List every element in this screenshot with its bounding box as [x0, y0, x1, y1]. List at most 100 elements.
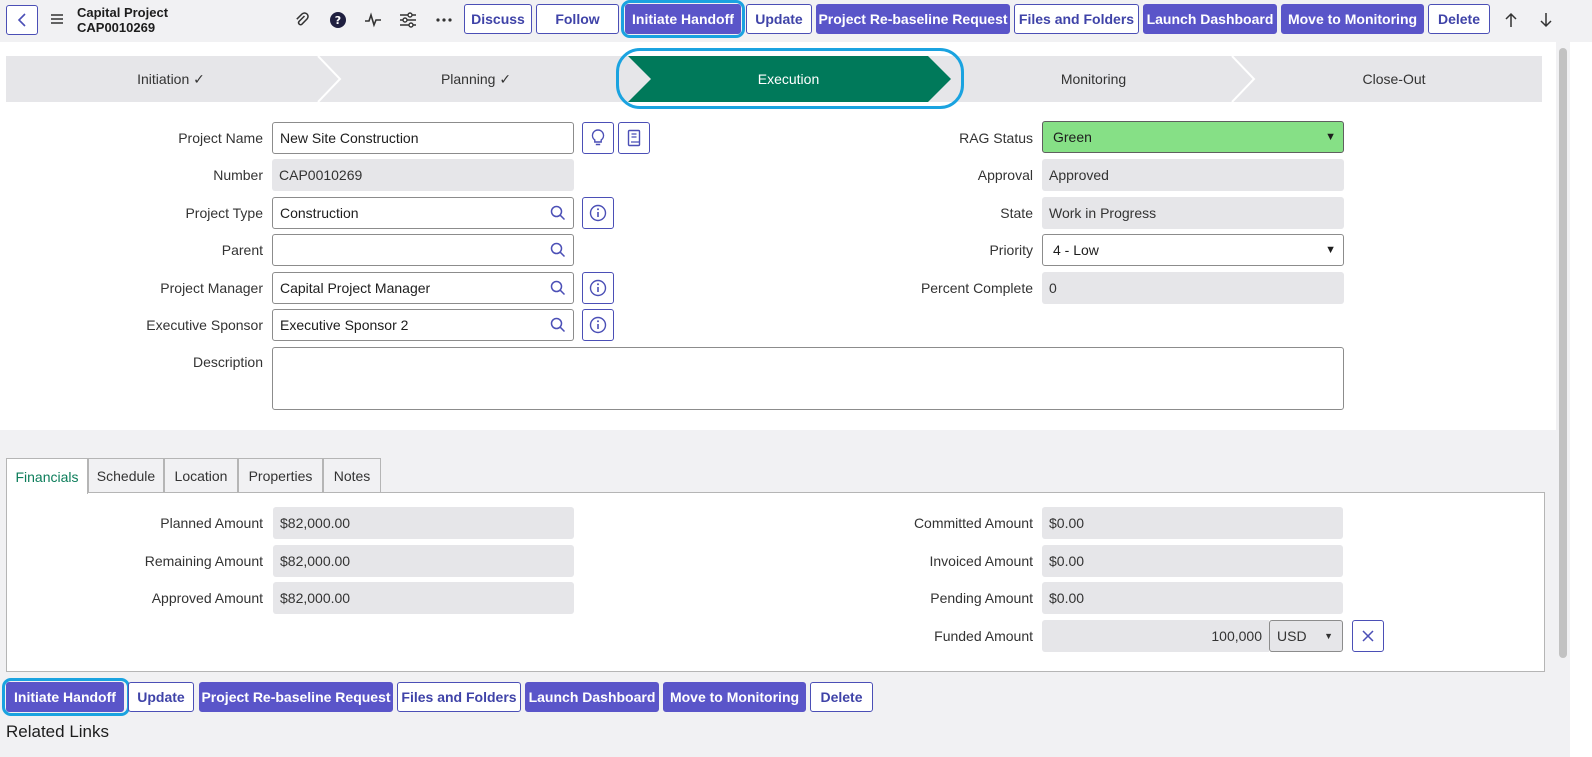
delete-button[interactable]: Delete: [1428, 4, 1490, 34]
description-textarea[interactable]: [272, 347, 1344, 410]
related-links-heading: Related Links: [6, 722, 110, 741]
activity-pulse-icon[interactable]: [363, 10, 383, 30]
planned-amount-label: Planned Amount: [160, 515, 263, 531]
discuss-button[interactable]: Discuss: [464, 4, 532, 34]
update-button[interactable]: Update: [746, 4, 812, 34]
description-label: Description: [192, 354, 263, 370]
rag-status-select[interactable]: Green ▼: [1042, 121, 1344, 153]
previous-record-arrow-up-icon[interactable]: [1501, 10, 1521, 30]
record-number: CAP0010269: [77, 20, 156, 35]
rag-status-value: Green: [1053, 129, 1092, 145]
tab-properties[interactable]: Properties: [238, 458, 323, 492]
hamburger-menu-icon[interactable]: [50, 12, 64, 26]
project-manager-label: Project Manager: [160, 280, 263, 296]
project-name-label: Project Name: [178, 130, 263, 146]
number-label: Number: [213, 167, 263, 183]
executive-sponsor-info-button[interactable]: [582, 309, 614, 341]
suggestion-button[interactable]: [582, 122, 614, 154]
project-manager-input[interactable]: Capital Project Manager: [272, 272, 543, 304]
percent-complete-field: 0: [1042, 272, 1344, 304]
chevron-down-icon: ▼: [1325, 244, 1336, 256]
initiate-handoff-button[interactable]: Initiate Handoff: [625, 4, 741, 34]
rag-status-label: RAG Status: [959, 130, 1033, 146]
info-icon: [589, 279, 607, 297]
paperclip-icon[interactable]: [292, 10, 312, 30]
number-field: CAP0010269: [272, 159, 574, 191]
back-button[interactable]: [6, 5, 38, 35]
settings-sliders-icon[interactable]: [398, 10, 418, 30]
project-name-input[interactable]: New Site Construction: [272, 122, 574, 154]
project-type-info-button[interactable]: [582, 197, 614, 229]
state-label: State: [1000, 205, 1033, 221]
project-type-input[interactable]: Construction: [272, 197, 543, 229]
tab-notes[interactable]: Notes: [323, 458, 381, 492]
remaining-amount-label: Remaining Amount: [144, 553, 263, 569]
chevron-down-icon: ▼: [1325, 131, 1336, 143]
pending-amount-field: $0.00: [1042, 582, 1343, 614]
committed-amount-label: Committed Amount: [913, 515, 1033, 531]
tab-schedule[interactable]: Schedule: [88, 458, 164, 492]
parent-input[interactable]: [272, 234, 543, 266]
approved-amount-field: $82,000.00: [273, 582, 574, 614]
close-icon: [1362, 630, 1374, 642]
knowledge-button[interactable]: [618, 122, 650, 154]
stage-initiation[interactable]: Initiation ✓: [6, 56, 336, 102]
priority-select[interactable]: 4 - Low ▼: [1042, 234, 1344, 266]
caret-down-icon: ▼: [1324, 631, 1333, 641]
bottom-files-and-folders-button[interactable]: Files and Folders: [397, 682, 521, 712]
funded-amount-field: 100,000: [1042, 620, 1269, 652]
executive-sponsor-label: Executive Sponsor: [146, 317, 263, 333]
invoiced-amount-label: Invoiced Amount: [929, 553, 1033, 569]
files-and-folders-button[interactable]: Files and Folders: [1014, 4, 1139, 34]
more-options-icon[interactable]: [434, 10, 454, 30]
help-icon[interactable]: ?: [328, 10, 348, 30]
percent-complete-label: Percent Complete: [920, 280, 1033, 296]
next-record-arrow-down-icon[interactable]: [1536, 10, 1556, 30]
launch-dashboard-button[interactable]: Launch Dashboard: [1143, 4, 1277, 34]
stage-monitoring[interactable]: Monitoring: [951, 56, 1236, 102]
svg-text:?: ?: [335, 14, 341, 27]
priority-label: Priority: [989, 242, 1033, 258]
remaining-amount-field: $82,000.00: [273, 545, 574, 577]
bottom-delete-button[interactable]: Delete: [810, 682, 873, 712]
project-manager-info-button[interactable]: [582, 272, 614, 304]
search-icon: [550, 205, 565, 221]
funded-currency-select[interactable]: USD ▼: [1269, 620, 1343, 652]
funded-amount-label: Funded Amount: [934, 628, 1033, 644]
move-to-monitoring-button[interactable]: Move to Monitoring: [1281, 4, 1424, 34]
tab-financials[interactable]: Financials: [6, 458, 88, 494]
invoiced-amount-field: $0.00: [1042, 545, 1343, 577]
stage-execution[interactable]: Execution: [636, 56, 941, 102]
executive-sponsor-input[interactable]: Executive Sponsor 2: [272, 309, 543, 341]
project-type-label: Project Type: [185, 205, 263, 221]
stage-planning[interactable]: Planning ✓: [336, 56, 616, 102]
stage-close-out[interactable]: Close-Out: [1246, 56, 1542, 102]
follow-button[interactable]: Follow: [536, 4, 619, 34]
project-rebaseline-request-button[interactable]: Project Re-baseline Request: [816, 4, 1010, 34]
parent-lookup-button[interactable]: [542, 234, 574, 266]
bottom-move-to-monitoring-button[interactable]: Move to Monitoring: [663, 682, 806, 712]
approval-field: Approved: [1042, 159, 1344, 191]
project-type-lookup-button[interactable]: [542, 197, 574, 229]
funded-currency-value: USD: [1277, 628, 1307, 644]
committed-amount-field: $0.00: [1042, 507, 1343, 539]
state-field: Work in Progress: [1042, 197, 1344, 229]
bottom-launch-dashboard-button[interactable]: Launch Dashboard: [525, 682, 659, 712]
bottom-initiate-handoff-button[interactable]: Initiate Handoff: [6, 682, 124, 712]
pending-amount-label: Pending Amount: [930, 590, 1033, 606]
bottom-project-rebaseline-request-button[interactable]: Project Re-baseline Request: [199, 682, 393, 712]
info-icon: [589, 204, 607, 222]
project-manager-lookup-button[interactable]: [542, 272, 574, 304]
book-icon: [627, 129, 641, 147]
process-flow-bar: Initiation ✓ Planning ✓ Execution Monito…: [6, 56, 1542, 102]
record-table-name: Capital Project: [77, 5, 169, 20]
approval-label: Approval: [977, 167, 1033, 183]
search-icon: [550, 280, 565, 296]
bottom-update-button[interactable]: Update: [128, 682, 194, 712]
clear-funded-amount-button[interactable]: [1352, 620, 1384, 652]
parent-label: Parent: [221, 242, 263, 258]
executive-sponsor-lookup-button[interactable]: [542, 309, 574, 341]
page-scrollbar-thumb[interactable]: [1559, 48, 1567, 658]
record-title: Capital Project CAP0010269: [77, 5, 168, 35]
tab-location[interactable]: Location: [164, 458, 238, 492]
